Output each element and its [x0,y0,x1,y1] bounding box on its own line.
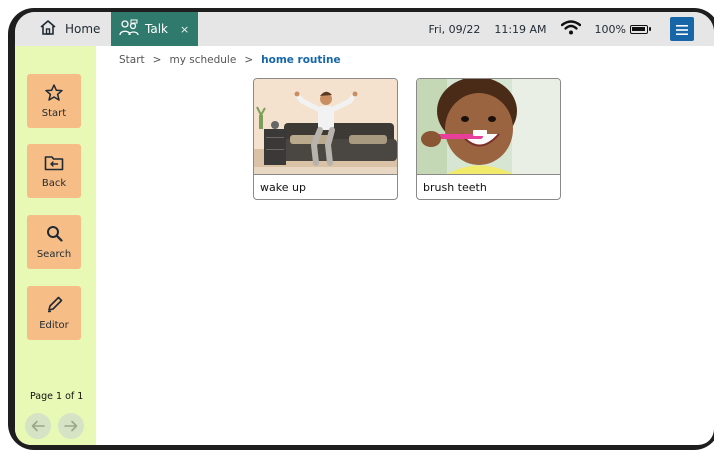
page-indicator: Page 1 of 1 [30,391,84,402]
arrow-left-icon [31,417,45,436]
search-button[interactable]: Search [27,215,81,269]
card-wake-up[interactable]: wake up [253,78,398,200]
next-page-button[interactable] [58,413,84,439]
battery-icon [630,24,651,34]
battery-percent: 100% [594,22,626,36]
tab-talk[interactable]: Talk × [111,12,198,46]
arrow-right-icon [64,417,78,436]
previous-page-button[interactable] [25,413,51,439]
editor-button[interactable]: Editor [27,286,81,340]
hamburger-menu-icon [676,20,688,39]
card-brush-teeth[interactable]: brush teeth [416,78,561,200]
tab-talk-close-button[interactable]: × [180,23,189,36]
brush-teeth-image [417,79,560,174]
search-button-label: Search [36,248,72,260]
breadcrumb: Start > my schedule > home routine [119,54,341,66]
breadcrumb-current: home routine [261,54,341,66]
menu-button[interactable] [670,17,694,41]
breadcrumb-separator: > [244,54,254,66]
top-bar: Home Talk × Fri, 09/22 11:19 AM 100% [15,12,714,46]
status-date: Fri, 09/22 [428,22,481,36]
house-icon [39,19,57,39]
folder-back-icon [44,154,64,174]
status-time: 11:19 AM [494,22,547,36]
battery-fill [632,26,645,31]
tab-home[interactable]: Home [15,12,111,46]
page-navigation [25,413,84,439]
breadcrumb-item-my-schedule[interactable]: my schedule [169,54,236,66]
wake-up-image [254,79,397,174]
card-label: brush teeth [417,174,560,199]
editor-button-label: Editor [39,319,69,331]
card-label: wake up [254,174,397,199]
back-button-label: Back [41,177,67,189]
tab-talk-label: Talk [145,22,168,36]
breadcrumb-separator: > [152,54,162,66]
start-button-label: Start [41,107,67,119]
people-talk-icon [119,19,139,40]
star-icon [45,83,63,104]
status-area: Fri, 09/22 11:19 AM 100% [428,12,651,46]
tab-home-label: Home [65,22,101,36]
sidebar: Start Back Search Editor Page 1 of 1 [15,46,96,445]
start-button[interactable]: Start [27,74,81,128]
pencil-icon [46,296,63,316]
breadcrumb-item-start[interactable]: Start [119,54,145,66]
wifi-icon [560,20,581,38]
battery-indicator: 100% [594,22,651,36]
back-button[interactable]: Back [27,144,81,198]
app-screen: Home Talk × Fri, 09/22 11:19 AM 100% Sta… [15,12,714,445]
search-icon [46,225,63,245]
